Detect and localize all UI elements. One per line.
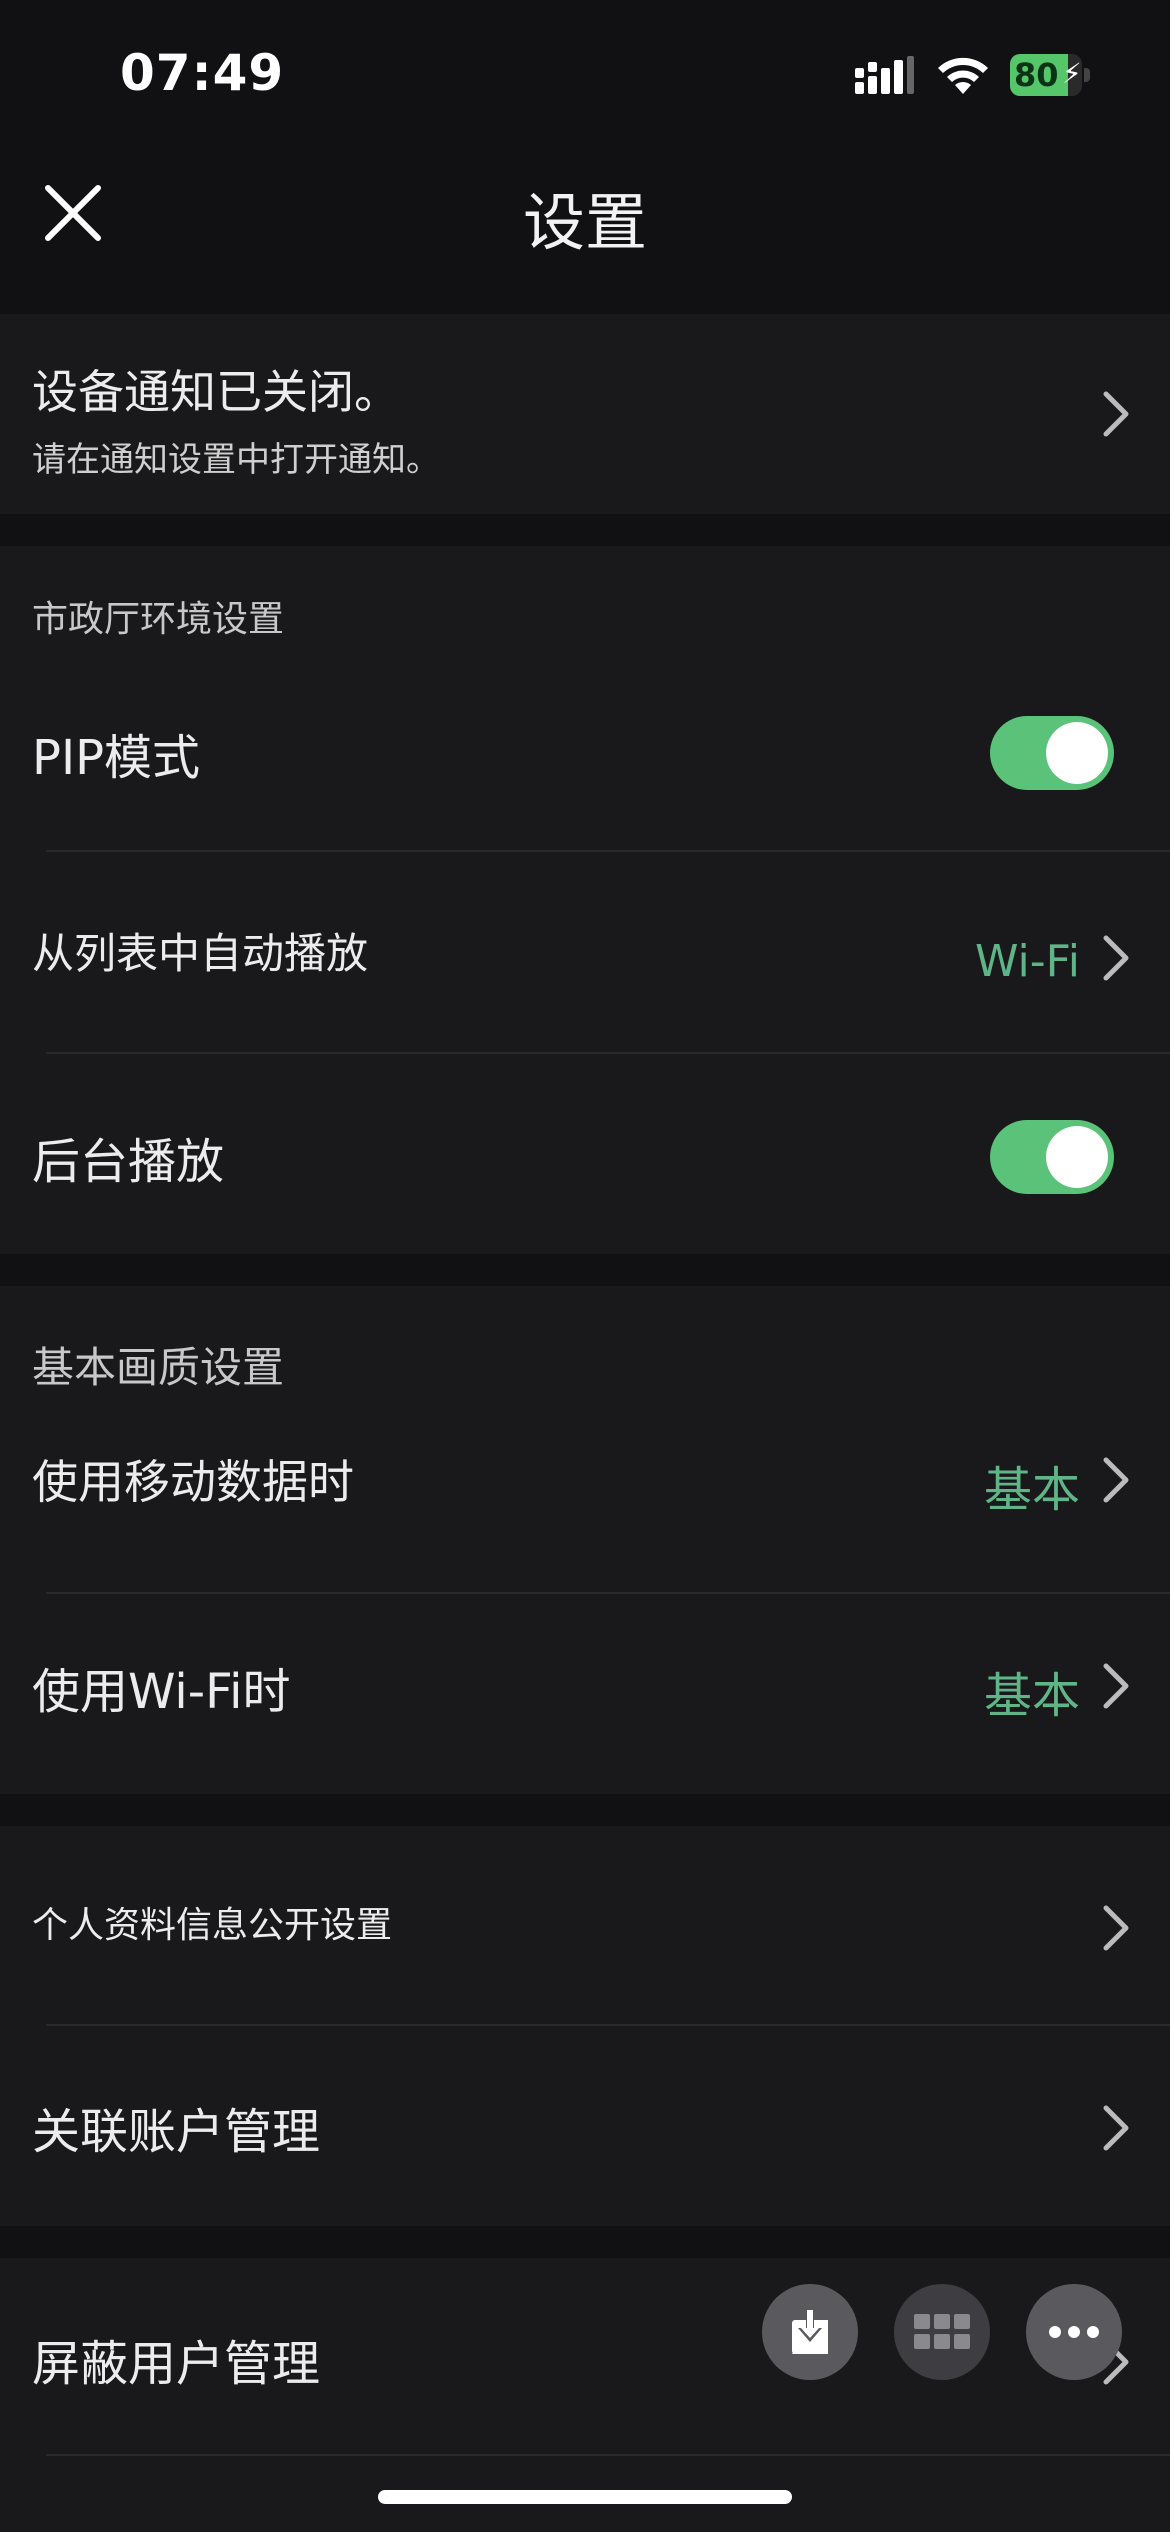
pip-mode-label: PIP模式 [32, 730, 201, 786]
linked-accounts-row[interactable]: 关联账户管理 [0, 2026, 1170, 2226]
status-bar: 07:49 80 ⚡ [0, 0, 1170, 150]
status-time: 07:49 [120, 44, 285, 102]
blocked-users-label: 屏蔽用户管理 [32, 2336, 321, 2392]
mobile-data-value: 基本 [983, 1462, 1080, 1518]
grid-button[interactable] [894, 2284, 990, 2380]
linked-accounts-label: 关联账户管理 [32, 2104, 321, 2160]
download-button[interactable] [762, 2284, 858, 2380]
chevron-right-icon [1103, 1663, 1129, 1709]
pip-mode-toggle[interactable] [990, 716, 1114, 790]
wifi-icon [938, 57, 988, 94]
divider [46, 2454, 1170, 2456]
autoplay-label: 从列表中自动播放 [32, 929, 369, 978]
wifi-quality-row[interactable]: 使用Wi-Fi时 基本 [0, 1594, 1170, 1794]
home-indicator[interactable] [378, 2490, 792, 2504]
chevron-right-icon [1103, 935, 1129, 981]
charging-bolt-icon: ⚡ [1062, 57, 1082, 90]
notification-title: 设备通知已关闭。 [32, 365, 400, 419]
nav-bar: 设置 [0, 150, 1170, 290]
quality-settings-section: 基本画质设置 使用移动数据时 基本 使用Wi-Fi时 基本 [0, 1286, 1170, 1794]
mobile-data-label: 使用移动数据时 [32, 1455, 354, 1509]
section-header: 市政厅环境设置 [32, 599, 285, 640]
chevron-right-icon [1103, 391, 1129, 437]
more-button[interactable] [1026, 2284, 1122, 2380]
profile-visibility-label: 个人资料信息公开设置 [32, 1905, 393, 1946]
pip-mode-row: PIP模式 [0, 676, 1170, 876]
download-icon [792, 2308, 828, 2354]
page-title: 设置 [522, 186, 647, 259]
blocked-users-row[interactable]: 屏蔽用户管理 [0, 2258, 1170, 2458]
battery-icon: 80 ⚡ [1010, 54, 1090, 96]
signal-icon [855, 56, 914, 94]
background-play-toggle[interactable] [990, 1120, 1114, 1194]
wifi-quality-value: 基本 [983, 1668, 1080, 1724]
mobile-data-quality-row[interactable]: 使用移动数据时 基本 [0, 1386, 1170, 1586]
chevron-right-icon [1103, 2105, 1129, 2151]
grid-icon [914, 2314, 970, 2349]
notification-subtitle: 请在通知设置中打开通知。 [32, 440, 440, 480]
battery-percent: 80 [1014, 56, 1059, 94]
background-play-label: 后台播放 [32, 1134, 225, 1190]
autoplay-row[interactable]: 从列表中自动播放 Wi-Fi [0, 852, 1170, 1052]
env-settings-section: 市政厅环境设置 PIP模式 从列表中自动播放 Wi-Fi 后台播放 [0, 546, 1170, 1254]
profile-visibility-row[interactable]: 个人资料信息公开设置 [0, 1826, 1170, 2026]
chevron-right-icon [1103, 1457, 1129, 1503]
more-icon [1049, 2326, 1099, 2338]
notification-banner[interactable]: 设备通知已关闭。 请在通知设置中打开通知。 [0, 314, 1170, 514]
background-play-row: 后台播放 [0, 1054, 1170, 1254]
chevron-right-icon [1103, 1905, 1129, 1951]
account-settings-section: 个人资料信息公开设置 关联账户管理 [0, 1826, 1170, 2226]
wifi-quality-label: 使用Wi-Fi时 [32, 1664, 291, 1720]
autoplay-value: Wi-Fi [975, 936, 1080, 987]
